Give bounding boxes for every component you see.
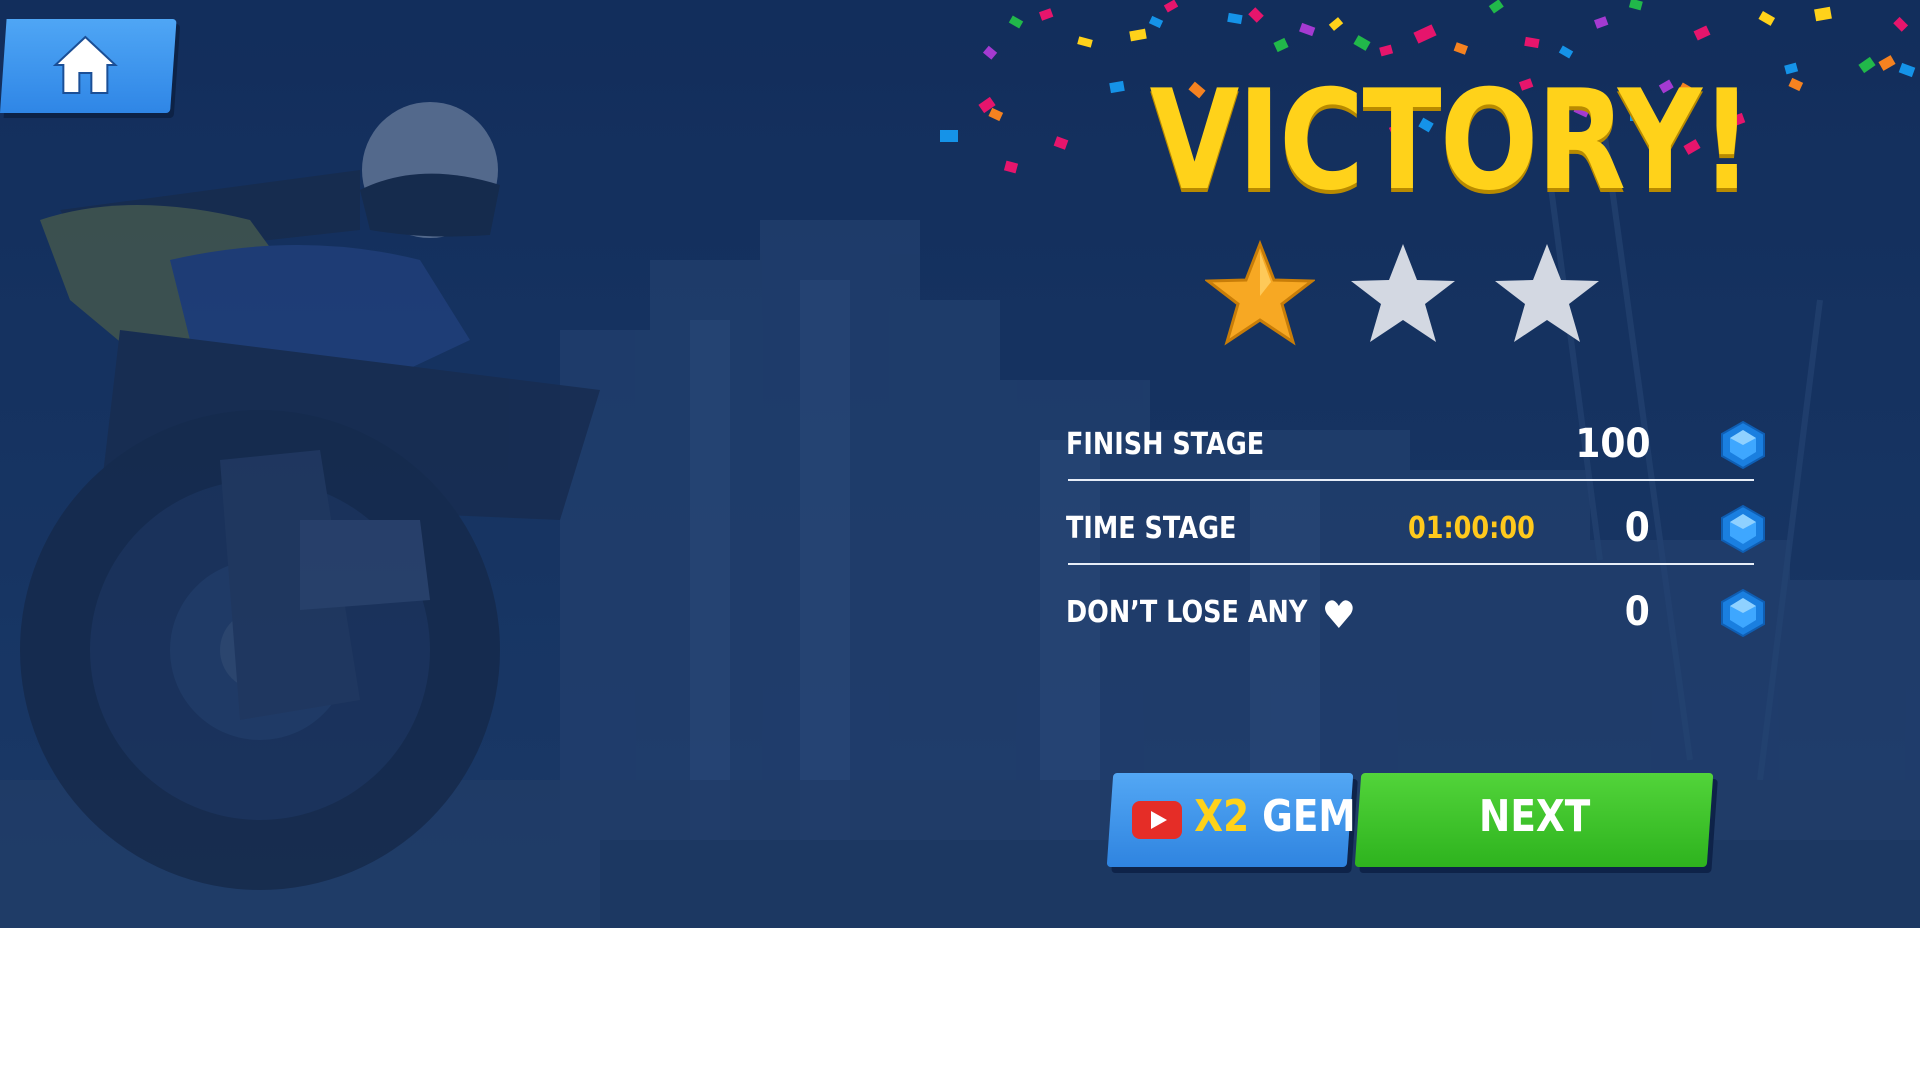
divider [1068,563,1754,565]
next-label: NEXT [1478,791,1590,842]
reward-row-time-stage: TIME STAGE 01:00:00 0 [1066,499,1766,559]
gem-text: GEM [1262,791,1356,842]
gem-icon [1721,420,1765,470]
reward-value: 100 [1574,421,1650,467]
x2-gem-button[interactable]: X2 GEM [1106,773,1356,867]
reward-value: 0 [1624,589,1650,635]
gem-icon [1721,504,1765,554]
home-icon [52,35,118,94]
gem-icon [1721,588,1765,638]
star-icon-empty [1351,244,1455,342]
heart-icon [1325,599,1354,628]
video-play-icon [1132,801,1182,839]
star-rating [1205,240,1605,350]
home-button[interactable] [0,19,177,113]
reward-label: DON’T LOSE ANY [1066,595,1308,630]
reward-row-dont-lose: DON’T LOSE ANY 0 [1066,583,1766,643]
next-button[interactable]: NEXT [1354,773,1714,867]
game-scene: VICTORY! FINISH STAGE 100 TIME STAGE 01:… [0,0,1920,928]
star-icon-filled [1205,240,1315,346]
reward-row-finish-stage: FINISH STAGE 100 [1066,415,1766,475]
x2-gem-label: X2 GEM [1194,791,1355,842]
reward-label-wrap: DON’T LOSE ANY [1066,595,1354,630]
reward-value: 0 [1624,505,1650,551]
time-value: 01:00:00 [1408,511,1535,546]
x2-prefix: X2 [1194,791,1250,842]
divider [1068,479,1754,481]
reward-label: TIME STAGE [1066,511,1237,546]
victory-title: VICTORY! [1149,60,1754,221]
reward-label: FINISH STAGE [1066,427,1265,462]
star-icon-empty [1495,244,1599,342]
